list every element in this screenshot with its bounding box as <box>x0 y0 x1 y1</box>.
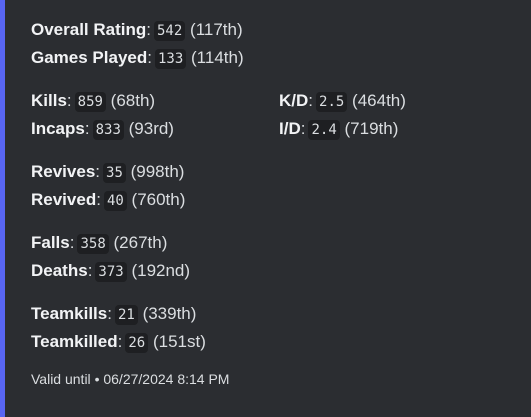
stat-teamkills: Teamkills: 21 (339th) <box>31 304 197 325</box>
stat-rank: (68th) <box>110 91 156 110</box>
stat-deaths: Deaths: 373 (192nd) <box>31 261 191 282</box>
stats-embed: Overall Rating: 542 (117th) Games Played:… <box>0 0 531 417</box>
stat-overall-rating: Overall Rating: 542 (117th) <box>31 20 243 41</box>
stat-value: 2.4 <box>308 120 340 140</box>
stat-value: 133 <box>154 49 187 69</box>
stat-kills: Kills: 859 (68th) <box>31 91 156 112</box>
stat-rank: (114th) <box>191 48 244 67</box>
stat-value: 21 <box>114 305 138 325</box>
footer-timestamp: 06/27/2024 8:14 PM <box>103 371 230 387</box>
stat-label: I/D <box>279 119 301 138</box>
stat-incaps: Incaps: 833 (93rd) <box>31 119 174 140</box>
stat-rank: (93rd) <box>128 119 174 138</box>
stat-rank: (760th) <box>131 190 186 209</box>
stat-rank: (192nd) <box>131 261 191 280</box>
stat-value: 833 <box>92 120 124 140</box>
stat-kd: K/D: 2.5 (464th) <box>279 91 406 112</box>
stat-rank: (117th) <box>190 20 243 39</box>
stat-value: 26 <box>125 333 149 353</box>
stat-label: Falls <box>31 233 70 252</box>
stat-label: Revives <box>31 162 96 181</box>
stat-value: 2.5 <box>316 92 348 112</box>
stat-games-played: Games Played: 133 (114th) <box>31 48 244 69</box>
stat-rank: (267th) <box>113 233 168 252</box>
stat-rank: (719th) <box>344 119 399 138</box>
stat-rank: (339th) <box>142 304 197 323</box>
stat-label: Kills <box>31 91 67 110</box>
stat-value: 373 <box>95 262 127 282</box>
stat-label: K/D <box>279 91 309 110</box>
stat-id: I/D: 2.4 (719th) <box>279 119 399 140</box>
embed-footer: Valid until • 06/27/2024 8:14 PM <box>31 371 229 387</box>
stat-value: 542 <box>154 21 186 41</box>
stat-rank: (151st) <box>152 332 206 351</box>
stat-teamkilled: Teamkilled: 26 (151st) <box>31 332 206 353</box>
footer-separator: • <box>94 371 100 387</box>
stat-rank: (998th) <box>130 162 185 181</box>
stat-rank: (464th) <box>352 91 406 110</box>
stat-label: Deaths <box>31 261 88 280</box>
stat-label: Revived <box>31 190 97 209</box>
stat-revived: Revived: 40 (760th) <box>31 190 186 211</box>
stat-label: Overall Rating <box>31 20 147 39</box>
stat-value: 358 <box>77 234 109 254</box>
stat-label: Games Played <box>31 48 148 67</box>
stat-label: Teamkills <box>31 304 108 323</box>
stat-value: 40 <box>103 191 127 211</box>
stat-value: 859 <box>74 92 106 112</box>
stat-falls: Falls: 358 (267th) <box>31 233 168 254</box>
stat-revives: Revives: 35 (998th) <box>31 162 185 183</box>
stat-value: 35 <box>103 163 126 183</box>
stat-label: Incaps <box>31 119 85 138</box>
stat-label: Teamkilled <box>31 332 118 351</box>
footer-text: Valid until <box>31 371 91 387</box>
